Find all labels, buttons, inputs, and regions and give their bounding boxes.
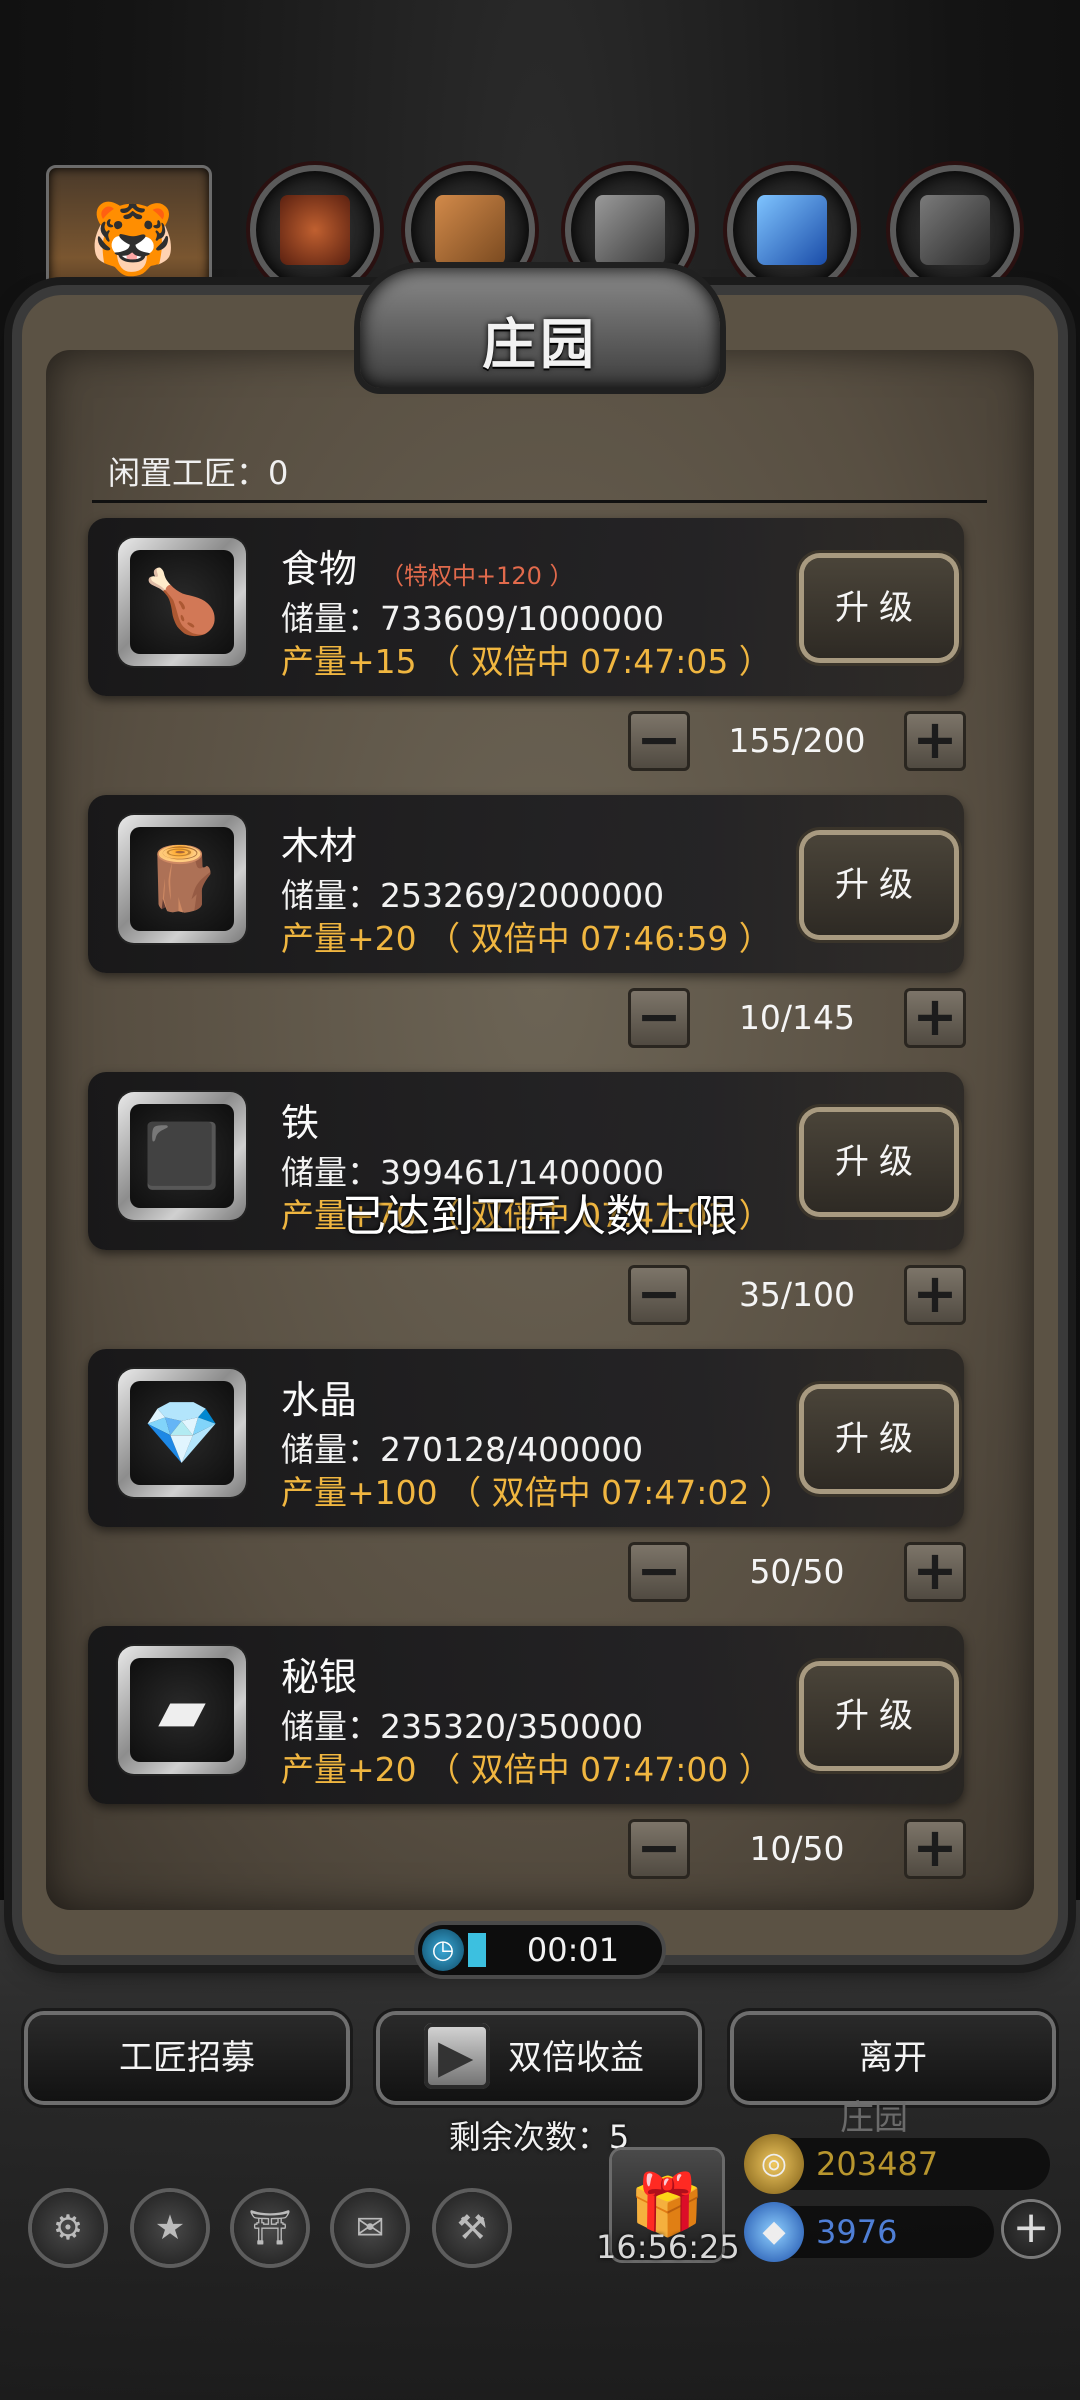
resource-name: 秘银 xyxy=(281,1655,358,1699)
clock: 16:56:25 xyxy=(596,2228,740,2266)
resource-output: 产量+20 （ 双倍中 07:47:00 ） xyxy=(281,1750,772,1789)
mail-icon[interactable]: ✉ xyxy=(334,2192,406,2264)
worker-stepper-wood: − 10/145 + xyxy=(628,988,966,1050)
upgrade-button-crystal[interactable]: 升级 xyxy=(804,1389,954,1489)
worker-stepper-mithril: − 10/50 + xyxy=(628,1819,966,1881)
resource-card-food: 🍗 食物 （特权中+120 ） 储量：733609/1000000 产量+15 … xyxy=(88,518,964,696)
resource-storage: 储量：270128/400000 xyxy=(281,1430,644,1469)
gems-value: 3976 xyxy=(816,2213,898,2251)
settings-icon[interactable]: ⚙ xyxy=(32,2192,104,2264)
resource-name: 水晶 xyxy=(281,1378,358,1422)
increase-button[interactable]: + xyxy=(904,711,966,771)
worker-stepper-food: − 155/200 + xyxy=(628,711,966,773)
recruit-button[interactable]: 工匠招募 xyxy=(28,2015,346,2101)
increase-button[interactable]: + xyxy=(904,988,966,1048)
decrease-button[interactable]: − xyxy=(628,1819,690,1879)
manor-label: 庄园 xyxy=(840,2098,908,2138)
worker-count: 10/50 xyxy=(749,1829,845,1868)
timer-text: 00:01 xyxy=(526,1931,620,1969)
upgrade-button-mithril[interactable]: 升级 xyxy=(804,1666,954,1766)
shop-icon[interactable]: ⚒ xyxy=(436,2192,508,2264)
resource-name: 食物 xyxy=(281,547,358,591)
crystal-orb-icon xyxy=(727,165,857,295)
tiger-icon: 🐯 xyxy=(89,198,177,280)
mithril-orb-icon xyxy=(890,165,1020,295)
toast-message: 已达到工匠人数上限 xyxy=(342,1191,738,1242)
resource-card-wood: 🪵 木材 储量：253269/2000000 产量+20 （ 双倍中 07:46… xyxy=(88,795,964,973)
resource-storage: 储量：253269/2000000 xyxy=(281,876,665,915)
worker-stepper-iron: − 35/100 + xyxy=(628,1265,966,1327)
worker-count: 50/50 xyxy=(749,1552,845,1591)
upgrade-button-wood[interactable]: 升级 xyxy=(804,835,954,935)
clock-icon: ◷ xyxy=(422,1929,464,1971)
decrease-button[interactable]: − xyxy=(628,1542,690,1602)
upgrade-button-food[interactable]: 升级 xyxy=(804,558,954,658)
timer-progress xyxy=(468,1933,486,1967)
worker-count: 35/100 xyxy=(738,1275,856,1314)
resource-card-crystal: 💎 水晶 储量：270128/400000 产量+100 （ 双倍中 07:47… xyxy=(88,1349,964,1527)
resource-storage: 储量：733609/1000000 xyxy=(281,599,665,638)
increase-button[interactable]: + xyxy=(904,1542,966,1602)
crystal-icon: 💎 xyxy=(118,1369,246,1497)
play-icon: ▶ xyxy=(424,2023,490,2089)
add-gems-button[interactable]: + xyxy=(1004,2202,1058,2256)
resource-output: 产量+100 （ 双倍中 07:47:02 ） xyxy=(281,1473,793,1512)
divider xyxy=(92,500,987,503)
food-orb-icon xyxy=(250,165,380,295)
leave-button[interactable]: 离开 xyxy=(734,2015,1052,2101)
resource-card-mithril: ▰ 秘银 储量：235320/350000 产量+20 （ 双倍中 07:47:… xyxy=(88,1626,964,1804)
resource-name: 铁 xyxy=(281,1101,320,1145)
worker-count: 10/145 xyxy=(738,998,856,1037)
star-icon[interactable]: ★ xyxy=(134,2192,206,2264)
resource-output: 产量+15 （ 双倍中 07:47:05 ） xyxy=(281,642,772,681)
privilege-bonus: （特权中+120 ） xyxy=(380,562,574,590)
gems-display: ◆ 3976 xyxy=(744,2202,994,2262)
wood-icon: 🪵 xyxy=(118,815,246,943)
food-icon: 🍗 xyxy=(118,538,246,666)
worker-count: 155/200 xyxy=(728,721,866,760)
gold-icon: ◎ xyxy=(744,2134,804,2194)
increase-button[interactable]: + xyxy=(904,1819,966,1879)
increase-button[interactable]: + xyxy=(904,1265,966,1325)
decrease-button[interactable]: − xyxy=(628,1265,690,1325)
worker-stepper-crystal: − 50/50 + xyxy=(628,1542,966,1604)
resource-name: 木材 xyxy=(281,824,358,868)
resource-storage: 储量：235320/350000 xyxy=(281,1707,644,1746)
gold-value: 203487 xyxy=(816,2145,939,2183)
resource-output: 产量+20 （ 双倍中 07:46:59 ） xyxy=(281,919,772,958)
decrease-button[interactable]: − xyxy=(628,711,690,771)
double-income-label: 双倍收益 xyxy=(508,2038,644,2078)
gold-display: ◎ 203487 xyxy=(744,2134,1050,2194)
idle-craftsmen-label: 闲置工匠：0 xyxy=(108,454,289,492)
gem-icon: ◆ xyxy=(744,2202,804,2262)
double-income-button[interactable]: ▶ 双倍收益 xyxy=(380,2015,698,2101)
gate-icon[interactable]: ⛩ xyxy=(234,2192,306,2264)
page-title: 庄园 xyxy=(482,312,598,376)
mithril-icon: ▰ xyxy=(118,1646,246,1774)
decrease-button[interactable]: − xyxy=(628,988,690,1048)
double-timer: ◷ 00:01 xyxy=(418,1925,662,1975)
